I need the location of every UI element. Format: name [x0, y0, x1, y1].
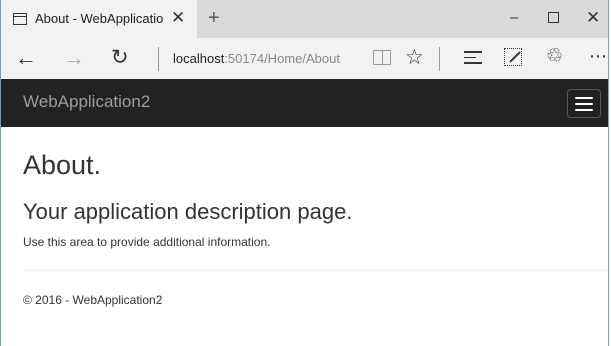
maximize-button[interactable] — [548, 12, 559, 23]
hub-icon[interactable] — [464, 51, 482, 65]
menu-bar-icon — [575, 97, 593, 99]
more-icon[interactable]: ⋯ — [589, 44, 608, 68]
footer-text: © 2016 - WebApplication2 — [23, 293, 163, 307]
tab-title: About - WebApplicatior — [35, 11, 163, 26]
favorite-star-icon[interactable]: ☆ — [405, 46, 424, 70]
navbar-toggle-button[interactable] — [567, 89, 601, 118]
reading-view-icon[interactable] — [373, 50, 391, 65]
address-host: localhost — [173, 51, 225, 66]
menu-bar-icon — [575, 103, 593, 105]
share-icon[interactable]: ♲ — [546, 45, 563, 69]
browser-window: About - WebApplicatior ✕ + – ✕ ← → ↻ loc… — [0, 0, 609, 346]
refresh-button[interactable]: ↻ — [111, 46, 129, 70]
web-note-icon[interactable] — [504, 48, 522, 66]
tab-about[interactable]: About - WebApplicatior ✕ — [1, 0, 197, 38]
address-toolbar: ← → ↻ localhost:50174/Home/About ☆ ♲ ⋯ — [1, 38, 608, 79]
tab-strip: About - WebApplicatior ✕ + – ✕ — [1, 0, 608, 38]
address-path: :50174/Home/About — [224, 51, 340, 66]
brand-link[interactable]: WebApplication2 — [23, 92, 150, 112]
tab-page-icon — [13, 13, 27, 25]
site-navbar: WebApplication2 — [1, 79, 608, 127]
address-input[interactable]: localhost:50174/Home/About — [173, 51, 340, 66]
address-divider — [158, 47, 159, 71]
close-window-button[interactable]: ✕ — [586, 8, 600, 28]
back-button[interactable]: ← — [15, 46, 37, 70]
new-tab-button[interactable]: + — [208, 6, 220, 30]
page-subtitle: Your application description page. — [23, 199, 353, 224]
page-title: About. — [23, 150, 102, 180]
divider — [23, 270, 608, 271]
minimize-button[interactable]: – — [510, 8, 518, 28]
page-body-text: Use this area to provide additional info… — [23, 235, 271, 249]
menu-bar-icon — [575, 109, 593, 111]
forward-button[interactable]: → — [63, 46, 85, 70]
toolbar-divider — [439, 47, 440, 71]
tab-close-icon[interactable]: ✕ — [171, 8, 185, 28]
